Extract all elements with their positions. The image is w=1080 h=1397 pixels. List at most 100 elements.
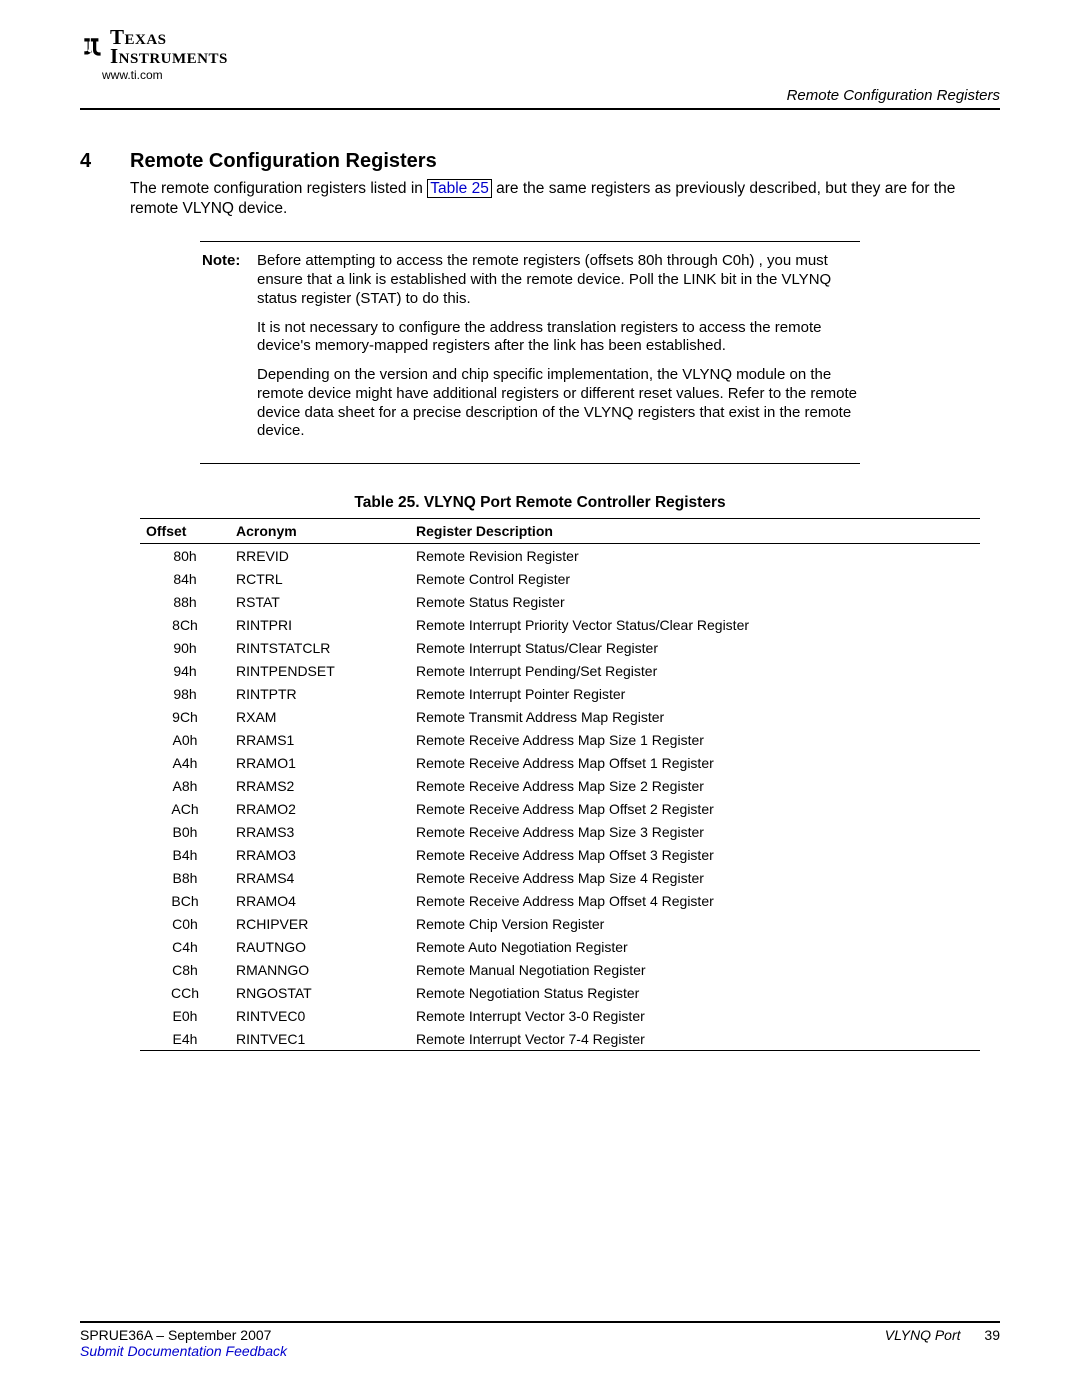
- cell-offset: 84h: [140, 567, 230, 590]
- table-row: 90hRINTSTATCLRRemote Interrupt Status/Cl…: [140, 636, 980, 659]
- table-row: 94hRINTPENDSETRemote Interrupt Pending/S…: [140, 659, 980, 682]
- cell-offset: C8h: [140, 958, 230, 981]
- table-25-link[interactable]: Table 25: [427, 179, 492, 198]
- table-row: B8hRRAMS4Remote Receive Address Map Size…: [140, 866, 980, 889]
- cell-offset: 88h: [140, 590, 230, 613]
- cell-offset: 80h: [140, 544, 230, 568]
- table-row: C8hRMANNGORemote Manual Negotiation Regi…: [140, 958, 980, 981]
- cell-acronym: RRAMS1: [230, 728, 410, 751]
- table-row: A0hRRAMS1Remote Receive Address Map Size…: [140, 728, 980, 751]
- footer-docid: SPRUE36A – September 2007: [80, 1327, 271, 1343]
- section-title: Remote Configuration Registers: [130, 150, 437, 173]
- cell-offset: 8Ch: [140, 613, 230, 636]
- cell-description: Remote Receive Address Map Size 3 Regist…: [410, 820, 980, 843]
- table-row: C4hRAUTNGORemote Auto Negotiation Regist…: [140, 935, 980, 958]
- cell-offset: B4h: [140, 843, 230, 866]
- cell-description: Remote Interrupt Status/Clear Register: [410, 636, 980, 659]
- cell-acronym: RRAMO4: [230, 889, 410, 912]
- cell-offset: 9Ch: [140, 705, 230, 728]
- table-row: 98hRINTPTRRemote Interrupt Pointer Regis…: [140, 682, 980, 705]
- cell-description: Remote Interrupt Vector 7-4 Register: [410, 1027, 980, 1051]
- cell-acronym: RCTRL: [230, 567, 410, 590]
- cell-offset: E4h: [140, 1027, 230, 1051]
- th-offset: Offset: [140, 519, 230, 544]
- table-row: B4hRRAMO3Remote Receive Address Map Offs…: [140, 843, 980, 866]
- cell-description: Remote Receive Address Map Offset 4 Regi…: [410, 889, 980, 912]
- register-table: Offset Acronym Register Description 80hR…: [140, 518, 980, 1051]
- cell-acronym: RRAMO2: [230, 797, 410, 820]
- cell-acronym: RNGOSTAT: [230, 981, 410, 1004]
- cell-description: Remote Status Register: [410, 590, 980, 613]
- footer-rule: [80, 1321, 1000, 1323]
- page-header: Texas Instruments www.ti.com Remote Conf…: [80, 28, 1000, 104]
- cell-description: Remote Receive Address Map Offset 2 Regi…: [410, 797, 980, 820]
- table-row: 80hRREVIDRemote Revision Register: [140, 544, 980, 568]
- table-row: A4hRRAMO1Remote Receive Address Map Offs…: [140, 751, 980, 774]
- section-number: 4: [80, 150, 130, 173]
- cell-acronym: RXAM: [230, 705, 410, 728]
- table-row: CChRNGOSTATRemote Negotiation Status Reg…: [140, 981, 980, 1004]
- cell-description: Remote Interrupt Priority Vector Status/…: [410, 613, 980, 636]
- table-row: 84hRCTRLRemote Control Register: [140, 567, 980, 590]
- table-caption: Table 25. VLYNQ Port Remote Controller R…: [80, 494, 1000, 512]
- cell-acronym: RINTPRI: [230, 613, 410, 636]
- th-description: Register Description: [410, 519, 980, 544]
- cell-offset: A0h: [140, 728, 230, 751]
- cell-description: Remote Control Register: [410, 567, 980, 590]
- table-row: 9ChRXAMRemote Transmit Address Map Regis…: [140, 705, 980, 728]
- cell-description: Remote Auto Negotiation Register: [410, 935, 980, 958]
- cell-description: Remote Receive Address Map Size 1 Regist…: [410, 728, 980, 751]
- cell-acronym: RRAMO1: [230, 751, 410, 774]
- cell-description: Remote Interrupt Pointer Register: [410, 682, 980, 705]
- table-row: E0hRINTVEC0Remote Interrupt Vector 3-0 R…: [140, 1004, 980, 1027]
- ti-logo-text-line2: Instruments: [110, 47, 228, 66]
- cell-description: Remote Receive Address Map Offset 3 Regi…: [410, 843, 980, 866]
- cell-description: Remote Manual Negotiation Register: [410, 958, 980, 981]
- page-footer: SPRUE36A – September 2007 VLYNQ Port 39 …: [80, 1321, 1000, 1361]
- cell-acronym: RINTPTR: [230, 682, 410, 705]
- cell-description: Remote Transmit Address Map Register: [410, 705, 980, 728]
- footer-doctitle: VLYNQ Port: [885, 1327, 961, 1343]
- intro-pre: The remote configuration registers liste…: [130, 180, 427, 197]
- table-row: BChRRAMO4Remote Receive Address Map Offs…: [140, 889, 980, 912]
- cell-offset: BCh: [140, 889, 230, 912]
- cell-acronym: RSTAT: [230, 590, 410, 613]
- cell-description: Remote Chip Version Register: [410, 912, 980, 935]
- note-label: Note:: [202, 252, 257, 318]
- cell-acronym: RCHIPVER: [230, 912, 410, 935]
- cell-acronym: RREVID: [230, 544, 410, 568]
- cell-offset: CCh: [140, 981, 230, 1004]
- table-row: A8hRRAMS2Remote Receive Address Map Size…: [140, 774, 980, 797]
- cell-description: Remote Receive Address Map Offset 1 Regi…: [410, 751, 980, 774]
- note-paragraph-2: It is not necessary to configure the add…: [257, 319, 858, 357]
- cell-acronym: RRAMS3: [230, 820, 410, 843]
- note-paragraph-3: Depending on the version and chip specif…: [257, 366, 858, 441]
- submit-feedback-link[interactable]: Submit Documentation Feedback: [80, 1343, 287, 1359]
- cell-acronym: RINTVEC0: [230, 1004, 410, 1027]
- cell-acronym: RMANNGO: [230, 958, 410, 981]
- cell-description: Remote Interrupt Pending/Set Register: [410, 659, 980, 682]
- ti-logo-mark-icon: [80, 35, 106, 66]
- cell-offset: B8h: [140, 866, 230, 889]
- cell-offset: C4h: [140, 935, 230, 958]
- cell-acronym: RRAMO3: [230, 843, 410, 866]
- table-row: AChRRAMO2Remote Receive Address Map Offs…: [140, 797, 980, 820]
- cell-description: Remote Revision Register: [410, 544, 980, 568]
- cell-offset: 94h: [140, 659, 230, 682]
- table-row: C0hRCHIPVERRemote Chip Version Register: [140, 912, 980, 935]
- cell-acronym: RRAMS4: [230, 866, 410, 889]
- cell-offset: E0h: [140, 1004, 230, 1027]
- table-row: E4hRINTVEC1Remote Interrupt Vector 7-4 R…: [140, 1027, 980, 1051]
- th-acronym: Acronym: [230, 519, 410, 544]
- section-4: 4 Remote Configuration Registers The rem…: [80, 150, 1000, 219]
- cell-acronym: RINTSTATCLR: [230, 636, 410, 659]
- cell-acronym: RINTVEC1: [230, 1027, 410, 1051]
- running-head: Remote Configuration Registers: [787, 87, 1000, 104]
- table-row: 88hRSTATRemote Status Register: [140, 590, 980, 613]
- cell-offset: 98h: [140, 682, 230, 705]
- cell-offset: 90h: [140, 636, 230, 659]
- section-intro: The remote configuration registers liste…: [130, 179, 1000, 219]
- table-row: 8ChRINTPRIRemote Interrupt Priority Vect…: [140, 613, 980, 636]
- table-row: B0hRRAMS3Remote Receive Address Map Size…: [140, 820, 980, 843]
- cell-acronym: RAUTNGO: [230, 935, 410, 958]
